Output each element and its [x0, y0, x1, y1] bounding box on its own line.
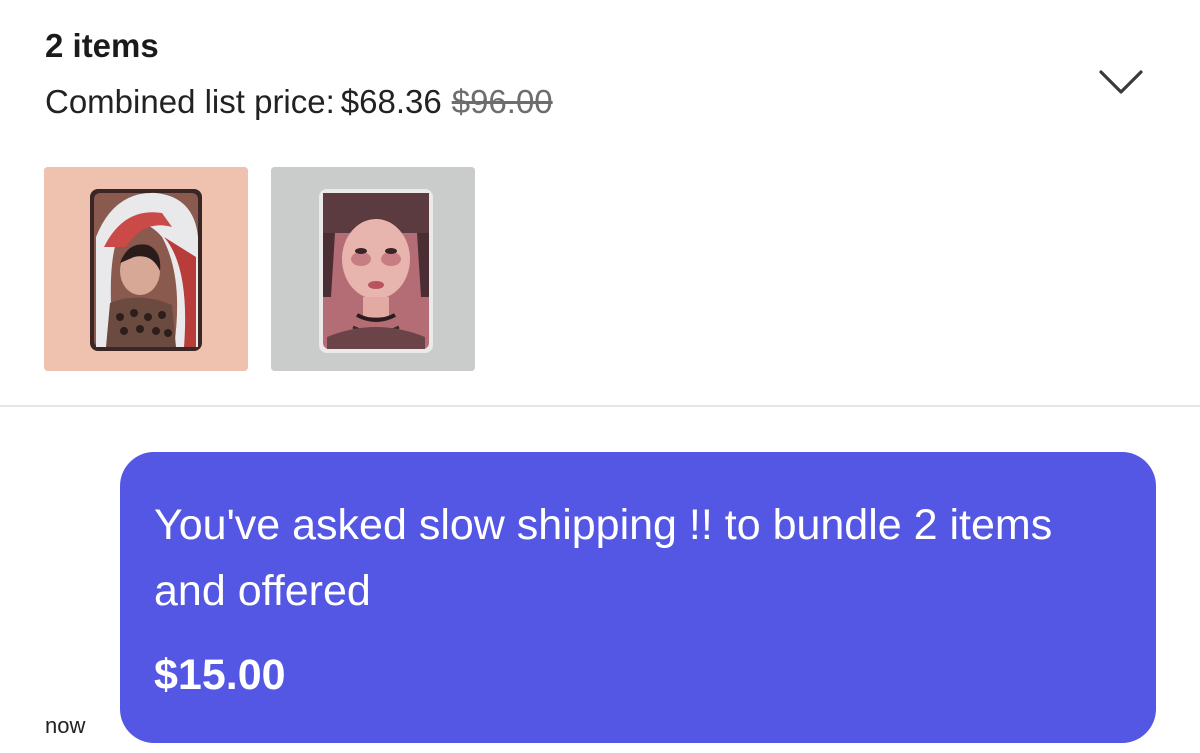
- item-thumbnail-2[interactable]: [271, 167, 475, 371]
- items-count: 2 items: [45, 27, 159, 64]
- message-timestamp: now: [45, 713, 86, 738]
- chevron-down-icon[interactable]: [1096, 64, 1146, 104]
- section-divider: [0, 405, 1200, 407]
- price-label: Combined list price:: [45, 83, 335, 120]
- bundle-summary[interactable]: 2 items Combined list price: $68.36 $96.00: [0, 0, 1200, 406]
- offer-message-bubble: You've asked slow shipping !! to bundle …: [120, 452, 1156, 743]
- combined-price-line: Combined list price: $68.36 $96.00: [45, 82, 553, 122]
- offer-message-text: You've asked slow shipping !! to bundle …: [154, 501, 1053, 615]
- original-price: $96.00: [451, 83, 553, 120]
- current-price: $68.36: [340, 83, 442, 120]
- bundle-offer-screen: 2 items Combined list price: $68.36 $96.00: [0, 0, 1200, 753]
- offer-amount: $15.00: [154, 651, 286, 699]
- item-thumbnail-1[interactable]: [44, 167, 248, 371]
